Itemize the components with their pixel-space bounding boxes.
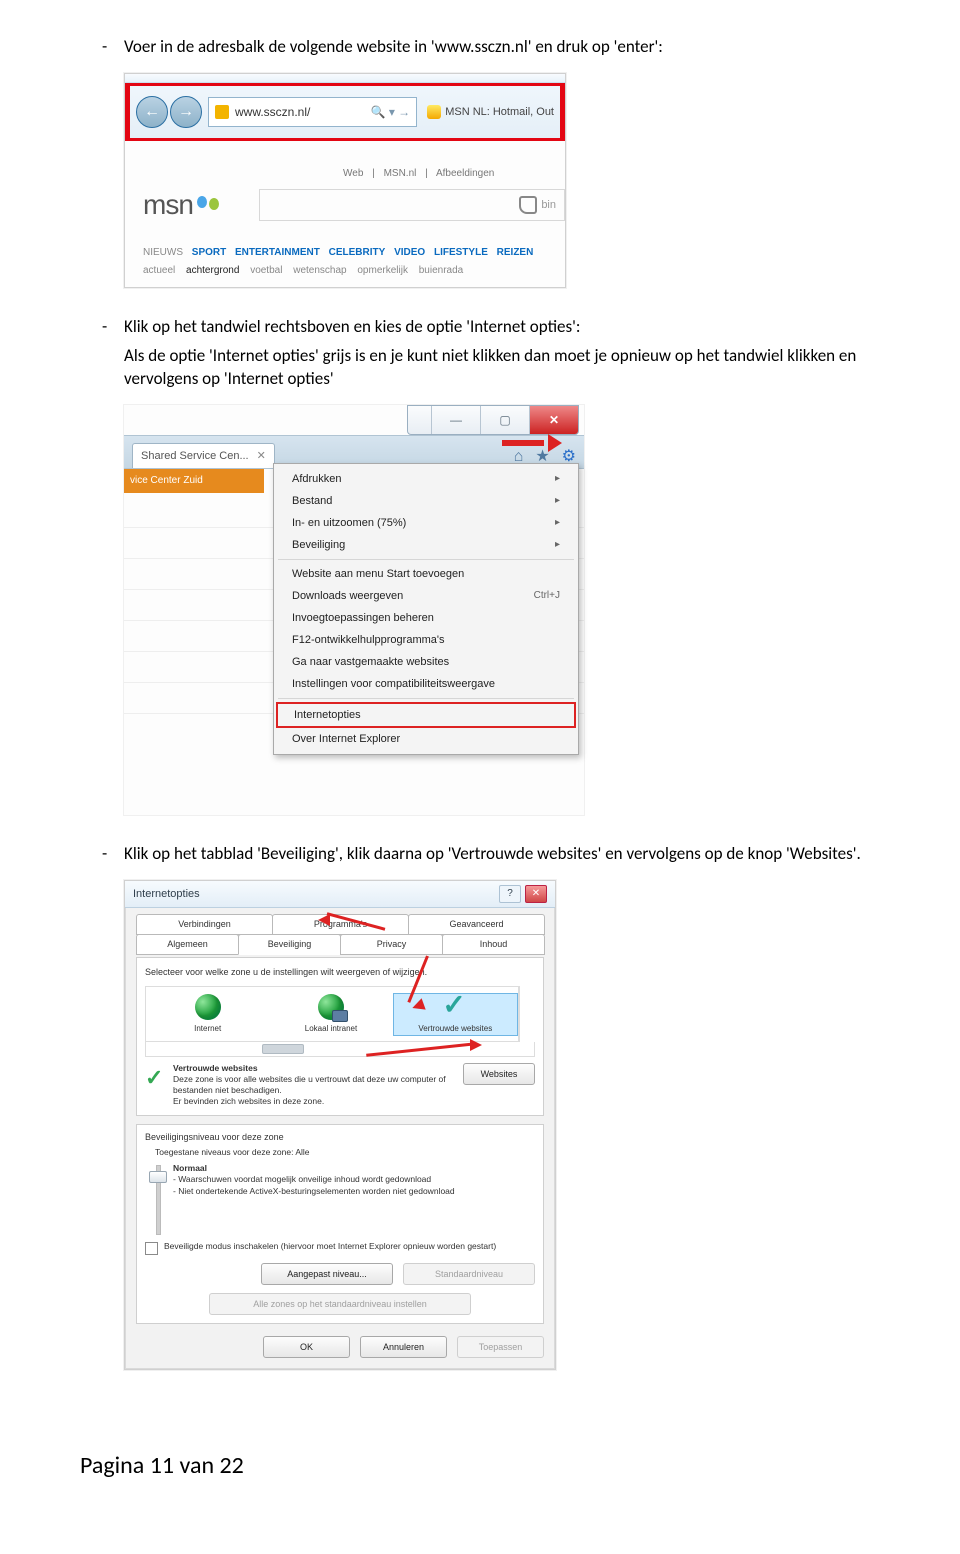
tab-security[interactable]: Beveiliging bbox=[238, 934, 341, 955]
msn-search-box[interactable]: bin bbox=[259, 189, 565, 221]
zone-selector-box: Selecteer voor welke zone u de instellin… bbox=[136, 957, 544, 1116]
search-icon[interactable]: 🔍 ▾ → bbox=[371, 104, 411, 120]
step2-subtext: Als de optie 'Internet opties' grijs is … bbox=[124, 345, 880, 391]
back-button[interactable]: ← bbox=[136, 96, 168, 128]
security-level-name: Normaal bbox=[173, 1163, 455, 1174]
annotation-arrow bbox=[502, 432, 562, 458]
zone-hint: Selecteer voor welke zone u de instellin… bbox=[145, 966, 535, 978]
tab-content[interactable]: Inhoud bbox=[442, 934, 545, 955]
window-controls: — ▢ ✕ bbox=[407, 405, 579, 435]
tab-advanced[interactable]: Geavanceerd bbox=[408, 914, 545, 935]
menu-item[interactable]: In- en uitzoomen (75%)▸ bbox=[276, 512, 576, 534]
menu-item[interactable]: Bestand▸ bbox=[276, 490, 576, 512]
tab-close-icon[interactable]: ✕ bbox=[257, 449, 266, 464]
tab-privacy[interactable]: Privacy bbox=[340, 934, 443, 955]
protected-mode-checkbox[interactable]: Beveiligde modus inschakelen (hiervoor m… bbox=[145, 1241, 535, 1255]
default-level-button: Standaardniveau bbox=[403, 1263, 535, 1285]
apply-button: Toepassen bbox=[457, 1336, 544, 1358]
tab-connections[interactable]: Verbindingen bbox=[136, 914, 273, 935]
step1-text: Voer in de adresbalk de volgende website… bbox=[124, 36, 880, 59]
dialog-close-button[interactable]: ✕ bbox=[525, 885, 547, 903]
screenshot-addressbar: ← → www.ssczn.nl/ 🔍 ▾ → MSN NL: Hotmail,… bbox=[124, 73, 566, 288]
msn-logo: msn bbox=[143, 186, 219, 224]
vertical-scrollbar[interactable] bbox=[519, 986, 535, 1042]
msn-favicon bbox=[427, 105, 441, 119]
reset-all-zones-button: Alle zones op het standaardniveau instel… bbox=[209, 1293, 471, 1315]
msn-category-row: NIEUWS SPORT ENTERTAINMENT CELEBRITY VID… bbox=[143, 246, 565, 260]
zone-internet[interactable]: Internet bbox=[146, 994, 269, 1035]
step3-text: Klik op het tabblad 'Beveiliging', klik … bbox=[124, 843, 880, 866]
dialog-titlebar: Internetopties ? ✕ bbox=[125, 881, 555, 908]
intranet-icon bbox=[318, 994, 344, 1020]
menu-item[interactable]: Over Internet Explorer bbox=[276, 728, 576, 750]
menu-item[interactable]: Afdrukken▸ bbox=[276, 468, 576, 490]
address-text: www.ssczn.nl/ bbox=[235, 104, 310, 120]
menu-item[interactable]: Downloads weergevenCtrl+J bbox=[276, 585, 576, 607]
security-header: Beveiligingsniveau voor deze zone bbox=[145, 1131, 535, 1143]
globe-icon bbox=[195, 994, 221, 1020]
check-icon: ✓ bbox=[442, 994, 468, 1020]
help-button[interactable]: ? bbox=[499, 885, 521, 903]
cancel-button[interactable]: Annuleren bbox=[360, 1336, 447, 1358]
zone-local-intranet[interactable]: Lokaal intranet bbox=[269, 994, 392, 1035]
websites-button[interactable]: Websites bbox=[463, 1063, 535, 1085]
security-level-box: Beveiligingsniveau voor deze zone Toeges… bbox=[136, 1124, 544, 1324]
nav-row: ← → www.ssczn.nl/ 🔍 ▾ → MSN NL: Hotmail,… bbox=[125, 83, 565, 141]
close-button[interactable]: ✕ bbox=[529, 406, 578, 434]
step2-text: Klik op het tandwiel rechtsboven en kies… bbox=[124, 316, 880, 339]
security-allowed: Toegestane niveaus voor deze zone: Alle bbox=[155, 1147, 535, 1158]
check-icon: ✓ bbox=[145, 1063, 169, 1107]
custom-level-button[interactable]: Aangepast niveau... bbox=[261, 1263, 393, 1285]
msn-subnav: Web | MSN.nl | Afbeeldingen bbox=[343, 167, 565, 181]
tab-general[interactable]: Algemeen bbox=[136, 934, 239, 955]
tools-menu: Afdrukken▸Bestand▸In- en uitzoomen (75%)… bbox=[273, 463, 579, 755]
step3-bullet: - Klik op het tabblad 'Beveiliging', kli… bbox=[102, 843, 880, 866]
menu-item[interactable]: Invoegtoepassingen beheren bbox=[276, 607, 576, 629]
security-line2: - Niet ondertekende ActiveX-besturingsel… bbox=[173, 1186, 455, 1197]
page-footer: Pagina 11 van 22 bbox=[80, 1450, 880, 1482]
tabs-row-2: Algemeen Beveiliging Privacy Inhoud bbox=[136, 934, 544, 955]
menu-item[interactable]: Internetopties bbox=[276, 702, 576, 728]
security-line1: - Waarschuwen voordat mogelijk onveilige… bbox=[173, 1174, 455, 1185]
screenshot-internetoptions: Internetopties ? ✕ Verbindingen Programm… bbox=[124, 880, 556, 1370]
forward-button[interactable]: → bbox=[170, 96, 202, 128]
zone-desc-body2: Er bevinden zich websites in deze zone. bbox=[173, 1096, 463, 1107]
bing-icon bbox=[519, 196, 537, 214]
address-bar[interactable]: www.ssczn.nl/ 🔍 ▾ → bbox=[208, 97, 417, 127]
zone-desc-body1: Deze zone is voor alle websites die u ve… bbox=[173, 1074, 463, 1096]
browser-tab[interactable]: MSN NL: Hotmail, Out bbox=[427, 105, 554, 120]
menu-item[interactable]: Website aan menu Start toevoegen bbox=[276, 563, 576, 585]
zone-desc-title: Vertrouwde websites bbox=[173, 1063, 463, 1074]
menu-item[interactable]: F12-ontwikkelhulpprogramma's bbox=[276, 629, 576, 651]
minimize-button[interactable]: — bbox=[431, 406, 480, 434]
security-slider[interactable] bbox=[149, 1165, 167, 1233]
page-banner: vice Center Zuid bbox=[124, 469, 264, 493]
step1-bullet: - Voer in de adresbalk de volgende websi… bbox=[102, 36, 880, 59]
screenshot-gearmenu: — ▢ ✕ Shared Service Cen... ✕ ⌂ ★ ⚙ vice… bbox=[124, 405, 584, 815]
menu-item[interactable]: Instellingen voor compatibiliteitsweerga… bbox=[276, 673, 576, 695]
step2-bullet: - Klik op het tandwiel rechtsboven en ki… bbox=[102, 316, 880, 339]
browser-tab[interactable]: Shared Service Cen... ✕ bbox=[132, 443, 275, 468]
menu-item[interactable]: Beveiliging▸ bbox=[276, 534, 576, 556]
ok-button[interactable]: OK bbox=[263, 1336, 350, 1358]
butterfly-icon bbox=[197, 194, 219, 216]
site-favicon bbox=[215, 105, 229, 119]
dialog-title: Internetopties bbox=[133, 887, 200, 902]
checkbox-icon bbox=[145, 1242, 158, 1255]
menu-item[interactable]: Ga naar vastgemaakte websites bbox=[276, 651, 576, 673]
maximize-button[interactable]: ▢ bbox=[480, 406, 529, 434]
zone-icon-list: Internet Lokaal intranet ✓ Vertrouwde we… bbox=[145, 986, 519, 1042]
